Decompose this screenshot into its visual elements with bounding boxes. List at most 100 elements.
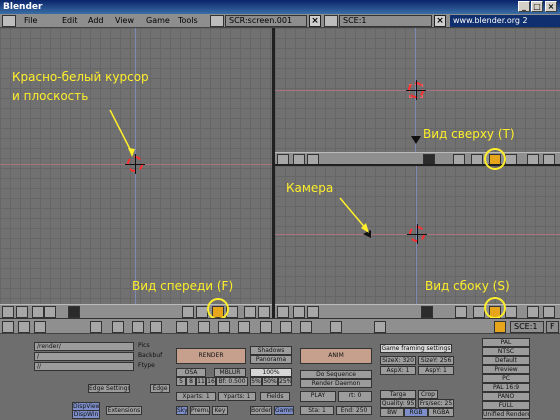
preset-ntsc[interactable]: NTSC bbox=[482, 347, 530, 356]
game-framing-button[interactable]: Game framing settings bbox=[380, 344, 452, 353]
texture-buttons-icon[interactable] bbox=[132, 321, 144, 333]
osa-5-button[interactable]: 5 bbox=[176, 377, 186, 386]
size-25-button[interactable]: 25% bbox=[278, 377, 292, 386]
menu-view[interactable]: View bbox=[115, 16, 134, 25]
physics-buttons-icon[interactable] bbox=[260, 321, 272, 333]
mblur-toggle[interactable]: MBLUR bbox=[214, 368, 246, 377]
pics-path-field[interactable]: /render/ bbox=[34, 342, 134, 351]
frame-field[interactable]: F bbox=[546, 321, 559, 333]
aspy-field[interactable]: AspY: 1 bbox=[418, 366, 454, 375]
menu-game[interactable]: Game bbox=[146, 16, 170, 25]
osa-8-button[interactable]: 8 bbox=[186, 377, 196, 386]
extensions-button[interactable]: Extensions bbox=[106, 406, 142, 415]
preset-pal-169[interactable]: PAL 16:9 bbox=[482, 383, 530, 392]
osa-11-button[interactable]: 11 bbox=[196, 377, 206, 386]
world-buttons-icon[interactable] bbox=[176, 321, 188, 333]
layer-icon[interactable] bbox=[32, 306, 44, 318]
lamp-buttons-icon[interactable] bbox=[90, 321, 102, 333]
move-view-icon[interactable] bbox=[527, 306, 539, 318]
unified-renderer-toggle[interactable]: Unified Renderer bbox=[482, 410, 530, 419]
edge-button[interactable]: Edge bbox=[150, 384, 170, 393]
quality-field[interactable]: Quality: 95 bbox=[380, 399, 416, 408]
osa-16-button[interactable]: 16 bbox=[206, 377, 216, 386]
lock-icon[interactable] bbox=[421, 306, 433, 318]
render-button[interactable]: RENDER bbox=[176, 348, 246, 364]
start-frame-field[interactable]: Sta: 1 bbox=[300, 406, 334, 415]
preset-pano[interactable]: PANO bbox=[482, 392, 530, 401]
shadows-toggle[interactable]: Shadows bbox=[250, 346, 292, 355]
end-frame-field[interactable]: End: 250 bbox=[336, 406, 372, 415]
scene-field[interactable]: SCE:1 bbox=[510, 321, 544, 333]
preset-pc[interactable]: PC bbox=[482, 374, 530, 383]
bw-toggle[interactable]: BW bbox=[380, 408, 404, 417]
preset-default[interactable]: Default bbox=[482, 356, 530, 365]
ortho-icon[interactable] bbox=[182, 306, 194, 318]
backbuf-path-field[interactable]: / bbox=[34, 352, 134, 361]
top-viewport[interactable] bbox=[275, 28, 560, 166]
script-buttons-icon[interactable] bbox=[330, 321, 342, 333]
do-sequence-toggle[interactable]: Do Sequence bbox=[300, 370, 372, 379]
constraint-buttons-icon[interactable] bbox=[238, 321, 250, 333]
layer-icon[interactable] bbox=[44, 306, 56, 318]
file-format-select[interactable]: Targa bbox=[380, 390, 416, 399]
move-view-icon[interactable] bbox=[244, 306, 256, 318]
premul-toggle[interactable]: Premul bbox=[190, 406, 210, 415]
key-toggle[interactable]: Key bbox=[212, 406, 228, 415]
ftype-path-field[interactable]: // bbox=[34, 362, 134, 371]
xparts-field[interactable]: Xparts: 1 bbox=[176, 392, 216, 401]
size-100-button[interactable]: 100% bbox=[250, 368, 292, 377]
view-icon[interactable] bbox=[34, 321, 46, 333]
render-buttons-icon[interactable] bbox=[494, 321, 506, 333]
expand-icon[interactable] bbox=[16, 306, 28, 318]
yparts-field[interactable]: Yparts: 1 bbox=[218, 392, 256, 401]
osa-toggle[interactable]: OSA bbox=[176, 368, 206, 377]
size-75-button[interactable]: 5% bbox=[250, 377, 262, 386]
delete-screen-icon[interactable]: × bbox=[309, 15, 321, 27]
expand-icon[interactable] bbox=[18, 321, 30, 333]
sizey-field[interactable]: SizeY: 256 bbox=[418, 356, 454, 365]
size-50-button[interactable]: 50% bbox=[262, 377, 278, 386]
object-buttons-icon[interactable] bbox=[218, 321, 230, 333]
preset-pal[interactable]: PAL bbox=[482, 338, 530, 347]
screen-name-field[interactable]: SCR:screen.001 bbox=[225, 15, 307, 27]
view-type-icon[interactable] bbox=[2, 306, 14, 318]
zoom-view-icon[interactable] bbox=[543, 306, 555, 318]
render-daemon-toggle[interactable]: Render Daemon bbox=[300, 379, 372, 388]
preview-icon[interactable] bbox=[374, 321, 386, 333]
gamma-toggle[interactable]: Gamma bbox=[274, 406, 294, 415]
material-buttons-icon[interactable] bbox=[112, 321, 124, 333]
layer-icon[interactable] bbox=[307, 306, 319, 318]
close-button[interactable]: × bbox=[545, 1, 557, 12]
lock-icon[interactable] bbox=[68, 306, 80, 318]
crop-toggle[interactable]: Crop bbox=[418, 390, 438, 399]
ortho-icon[interactable] bbox=[455, 306, 467, 318]
menu-file[interactable]: File bbox=[24, 16, 37, 25]
anim-button[interactable]: ANIM bbox=[300, 348, 372, 364]
panorama-toggle[interactable]: Panorama bbox=[250, 355, 292, 364]
view-type-icon[interactable] bbox=[2, 321, 14, 333]
menu-tools[interactable]: Tools bbox=[178, 16, 198, 25]
fps-field[interactable]: Frs/sec: 25 bbox=[418, 399, 454, 408]
edit-buttons-icon[interactable] bbox=[198, 321, 210, 333]
window-type-icon[interactable] bbox=[2, 15, 16, 27]
sizex-field[interactable]: SizeX: 320 bbox=[380, 356, 416, 365]
fields-toggle[interactable]: Fields bbox=[260, 392, 290, 401]
play-button[interactable]: PLAY bbox=[300, 391, 336, 402]
menu-edit[interactable]: Edit bbox=[62, 16, 78, 25]
dispwin-button[interactable]: DispWin bbox=[72, 410, 100, 419]
shading-icon[interactable] bbox=[505, 306, 517, 318]
sound-buttons-icon[interactable] bbox=[300, 321, 312, 333]
rgb-toggle[interactable]: RGB bbox=[404, 408, 428, 417]
screen-browse-icon[interactable] bbox=[210, 15, 224, 27]
motion-blur-factor[interactable]: Bf: 0.500 bbox=[216, 377, 248, 386]
sky-toggle[interactable]: Sky bbox=[176, 406, 188, 415]
border-toggle[interactable]: Border bbox=[250, 406, 272, 415]
rgba-toggle[interactable]: RGBA bbox=[428, 408, 454, 417]
scene-browse-icon[interactable] bbox=[324, 15, 338, 27]
viewport-divider-horizontal[interactable] bbox=[275, 164, 560, 166]
aspx-field[interactable]: AspX: 1 bbox=[380, 366, 416, 375]
view-type-icon[interactable] bbox=[277, 306, 289, 318]
delete-scene-icon[interactable]: × bbox=[434, 15, 446, 27]
edge-settings-button[interactable]: Edge Settings bbox=[88, 384, 130, 393]
animation-buttons-icon[interactable] bbox=[150, 321, 162, 333]
